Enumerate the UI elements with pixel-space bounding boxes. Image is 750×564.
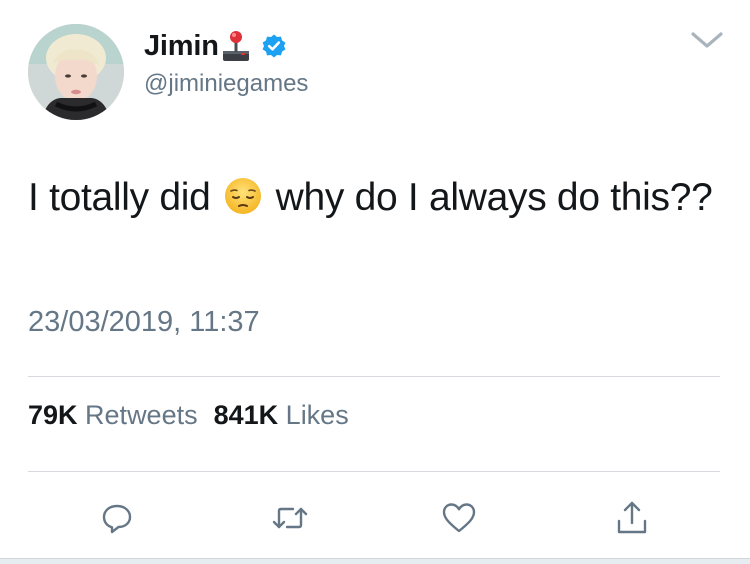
retweets-count: 79K xyxy=(28,400,78,430)
tweet-actions-bar xyxy=(0,496,750,540)
divider xyxy=(28,471,720,472)
share-button[interactable] xyxy=(610,496,654,540)
bottom-edge xyxy=(0,558,750,564)
reply-icon xyxy=(102,504,132,534)
more-options-button[interactable] xyxy=(688,28,726,52)
display-name[interactable]: Jimin xyxy=(144,30,219,63)
joystick-icon xyxy=(221,29,251,63)
likes-stat[interactable]: 841K Likes xyxy=(214,400,349,430)
author-handle[interactable]: @jiminiegames xyxy=(144,70,308,98)
tweet-text-part-2: why do I always do this?? xyxy=(265,176,713,219)
chevron-down-icon xyxy=(691,32,723,48)
retweet-icon xyxy=(272,507,308,529)
tweet-text: I totally did why do I always do this?? xyxy=(28,172,718,223)
likes-label: Likes xyxy=(285,400,349,430)
tweet-timestamp[interactable]: 23/03/2019, 11:37 xyxy=(28,306,260,339)
avatar[interactable] xyxy=(28,24,124,120)
like-button[interactable] xyxy=(437,496,481,540)
divider xyxy=(28,376,720,377)
tweet-stats: 79K Retweets 841K Likes xyxy=(28,400,349,431)
pensive-face-emoji-icon xyxy=(223,176,263,216)
likes-count: 841K xyxy=(213,400,279,430)
author-name-row[interactable]: Jimin xyxy=(144,26,287,66)
retweets-label: Retweets xyxy=(85,400,198,430)
retweets-stat[interactable]: 79K Retweets xyxy=(28,400,198,430)
tweet-text-part-1: I totally did xyxy=(28,176,222,219)
reply-button[interactable] xyxy=(95,496,139,540)
verified-badge-icon xyxy=(261,33,287,59)
retweet-button[interactable] xyxy=(268,496,312,540)
tweet-card: Jimin @jiminiegames I totally did why do… xyxy=(0,0,750,564)
heart-icon xyxy=(442,503,476,533)
share-icon xyxy=(617,501,647,534)
